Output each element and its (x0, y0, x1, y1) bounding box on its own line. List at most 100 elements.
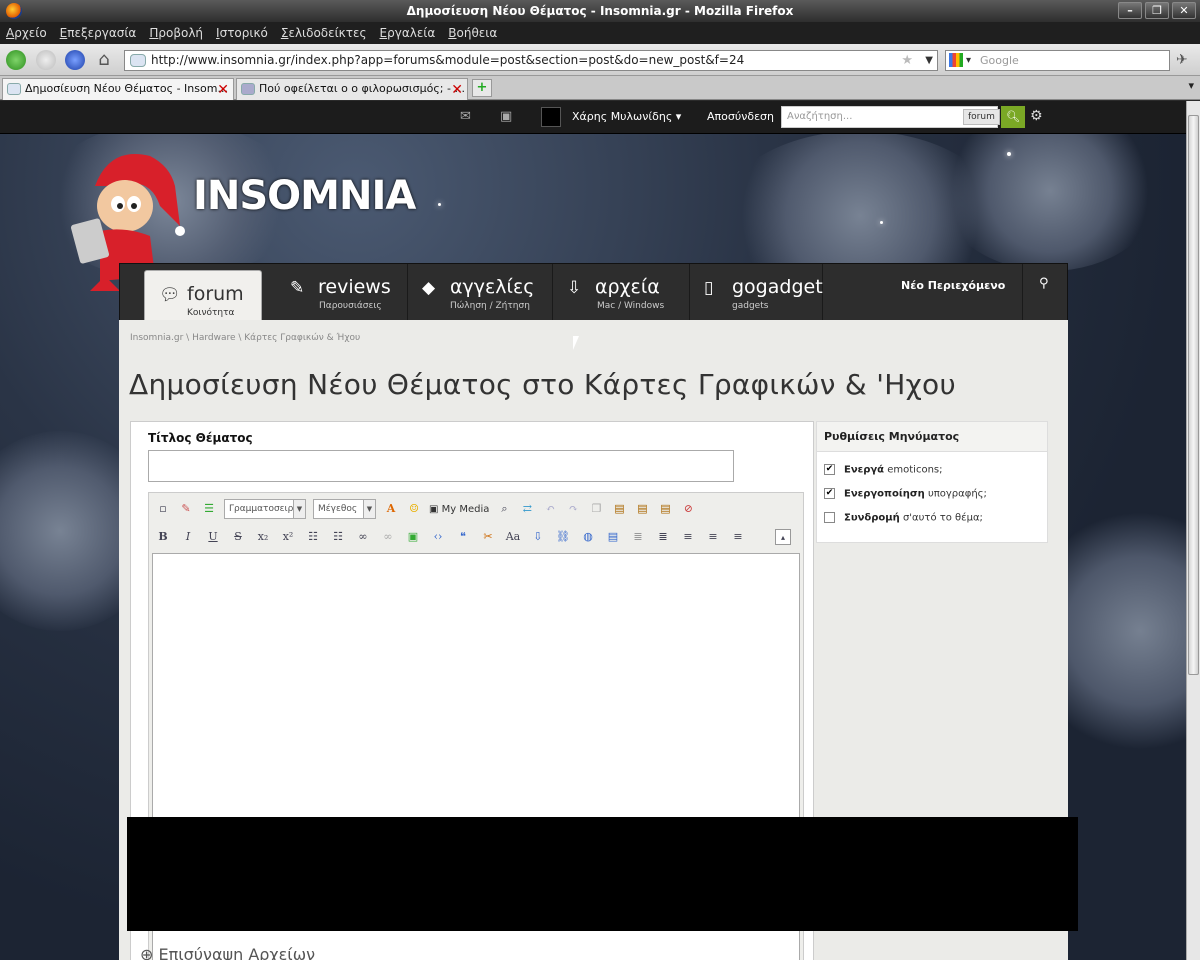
menu-history[interactable]: Ιστορικό (216, 26, 268, 40)
image-icon[interactable]: ▣ (405, 529, 421, 545)
menu-help[interactable]: Βοήθεια (448, 26, 497, 40)
undo-icon[interactable]: ↶ (542, 501, 558, 517)
new-tab-button[interactable]: + (472, 79, 492, 97)
bullet-list-icon[interactable]: ☷ (305, 529, 321, 545)
close-tab-icon[interactable]: ✕ (451, 80, 463, 100)
redo-icon[interactable]: ↷ (565, 501, 581, 517)
chain-icon[interactable]: ⛓ (555, 529, 571, 545)
tab-new-topic[interactable]: Δημοσίευση Νέου Θέματος - Insom... ✕ (2, 78, 234, 100)
forward-button[interactable] (36, 50, 56, 70)
font-size-icon[interactable]: Aa (505, 529, 521, 545)
menu-file[interactable]: Αρχείο (6, 26, 47, 40)
tab-forum-thread[interactable]: Πού οφείλεται ο ο φιλορωσισμός; - ... ✕ (236, 78, 468, 100)
subscript-icon[interactable]: x₂ (255, 529, 271, 545)
text-color-icon[interactable]: A (383, 501, 399, 517)
align-center-icon[interactable]: ≡ (705, 529, 721, 545)
topic-title-input[interactable] (148, 450, 734, 482)
my-media-button[interactable]: ▣ My Media (429, 504, 489, 515)
eraser-icon[interactable]: ✎ (178, 501, 194, 517)
menu-view[interactable]: Προβολή (149, 26, 203, 40)
engine-dropdown-icon[interactable]: ▾ (966, 51, 971, 70)
search-engine-box[interactable]: ▾ Google (945, 50, 1170, 71)
messages-icon[interactable]: ✉ (460, 110, 476, 124)
gear-icon[interactable]: ⚙ (1030, 108, 1043, 124)
tab-list-chevron-icon[interactable]: ▾ (1188, 79, 1194, 92)
back-button[interactable] (6, 50, 26, 70)
font-select[interactable]: Γραμματοσειρά ▼ (224, 499, 306, 519)
superscript-icon[interactable]: x² (280, 529, 296, 545)
bold-icon[interactable]: B (155, 529, 171, 545)
spoiler-icon[interactable]: ☰ (201, 501, 217, 517)
replace-icon[interactable]: ⇄ (519, 501, 535, 517)
subscribe-checkbox[interactable] (824, 512, 835, 523)
reload-button[interactable] (65, 50, 85, 70)
numbered-list-icon[interactable]: ☷ (330, 529, 346, 545)
addon-icon[interactable]: ✈ (1176, 52, 1188, 68)
nav-tab-classifieds[interactable]: ◆ αγγελίες Πώληση / Ζήτηση (408, 264, 553, 321)
unlink-icon[interactable]: ∞ (380, 529, 396, 545)
close-tab-icon[interactable]: ✕ (217, 80, 229, 100)
url-dropdown-icon[interactable]: ▼ (925, 51, 933, 70)
bookmark-star-icon[interactable]: ★ (901, 51, 913, 70)
outdent-icon[interactable]: ≣ (630, 529, 646, 545)
align-right-icon[interactable]: ≡ (730, 529, 746, 545)
editor-toolbar-top: ▫ ✎ ☰ Γραμματοσειρά ▼ Μέγεθος ▼ A ☺ ▣ My M… (155, 498, 696, 520)
page-title: Δημοσίευση Νέου Θέματος στο Κάρτες Γραφι… (129, 368, 956, 401)
logout-link[interactable]: Αποσύνδεση (707, 110, 774, 123)
link-icon[interactable]: ∞ (355, 529, 371, 545)
copy-icon[interactable]: ❐ (588, 501, 604, 517)
paste-word-icon[interactable]: ▤ (657, 501, 673, 517)
site-logo[interactable]: INSOMNIA (193, 173, 416, 219)
nav-tab-reviews[interactable]: ✎ reviews Παρουσιάσεις (276, 264, 408, 321)
attachments-heading[interactable]: ⊕ Επισύναψη Αρχείων (140, 945, 315, 960)
underline-icon[interactable]: U (205, 529, 221, 545)
page-icon[interactable]: ▤ (605, 529, 621, 545)
minimize-button[interactable]: – (1118, 2, 1142, 19)
message-settings-panel: Ρυθμίσεις Μηνύματος ✔ Ενεργά emoticons; ✔… (816, 421, 1048, 543)
signature-checkbox[interactable]: ✔ (824, 488, 835, 499)
emoticons-checkbox[interactable]: ✔ (824, 464, 835, 475)
url-bar[interactable]: http://www.insomnia.gr/index.php?app=for… (124, 50, 938, 71)
avatar[interactable] (541, 107, 561, 127)
nav-tab-files[interactable]: ⇩ αρχεία Mac / Windows (553, 264, 690, 321)
emoticon-icon[interactable]: ☺ (406, 501, 422, 517)
notifications-icon[interactable]: ▣ (500, 110, 516, 124)
collapse-toolbar-icon[interactable]: ▴ (775, 529, 791, 545)
vertical-scrollbar[interactable] (1186, 101, 1200, 960)
map-pin-button[interactable]: ⚲ (1023, 264, 1068, 321)
user-menu[interactable]: Χάρης Μυλωνίδης ▾ (572, 110, 681, 123)
menu-edit[interactable]: Επεξεργασία (60, 26, 137, 40)
italic-icon[interactable]: I (180, 529, 196, 545)
nav-tab-forum[interactable]: 💬︎ forum Κοινότητα (144, 270, 262, 321)
search-submit-button[interactable]: 🔍︎ (1001, 106, 1025, 128)
nav-tab-gogadget[interactable]: ▯ gogadget gadgets (690, 264, 823, 321)
menu-bookmarks[interactable]: Σελιδοδείκτες (281, 26, 367, 40)
close-window-button[interactable]: ✕ (1172, 2, 1196, 19)
find-icon[interactable]: ⌕ (496, 501, 512, 517)
nav-new-content[interactable]: Νέο Περιεχόμενο (823, 264, 1023, 321)
source-icon[interactable]: ▫ (155, 501, 171, 517)
breadcrumb[interactable]: Insomnia.gr \ Hardware \ Κάρτες Γραφικών… (130, 333, 360, 343)
maximize-button[interactable]: ❐ (1145, 2, 1169, 19)
site-user-bar: ✉ ▣ Χάρης Μυλωνίδης ▾ Αποσύνδεση Αναζήτη… (0, 101, 1186, 134)
media-icon[interactable]: ✂ (480, 529, 496, 545)
nav-sublabel: Παρουσιάσεις (319, 301, 382, 311)
option-subscribe[interactable]: Συνδρομή σ'αυτό το θέμα; (824, 512, 983, 524)
scrollbar-thumb[interactable] (1188, 115, 1199, 675)
align-left-icon[interactable]: ≡ (680, 529, 696, 545)
remove-format-icon[interactable]: ⊘ (680, 501, 696, 517)
code-icon[interactable]: ‹› (430, 529, 446, 545)
option-signature[interactable]: ✔ Ενεργοποίηση υπογραφής; (824, 488, 987, 500)
quote-icon[interactable]: ❝ (455, 529, 471, 545)
download-icon[interactable]: ⇩ (530, 529, 546, 545)
indent-icon[interactable]: ≣ (655, 529, 671, 545)
home-button[interactable]: ⌂ (94, 50, 114, 70)
menu-tools[interactable]: Εργαλεία (380, 26, 436, 40)
paste-icon[interactable]: ▤ (611, 501, 627, 517)
size-select[interactable]: Μέγεθος ▼ (313, 499, 376, 519)
option-emoticons[interactable]: ✔ Ενεργά emoticons; (824, 464, 943, 476)
paste-text-icon[interactable]: ▤ (634, 501, 650, 517)
globe-icon[interactable]: ◍ (580, 529, 596, 545)
strikethrough-icon[interactable]: S (230, 529, 246, 545)
search-scope[interactable]: forum (963, 109, 1000, 125)
